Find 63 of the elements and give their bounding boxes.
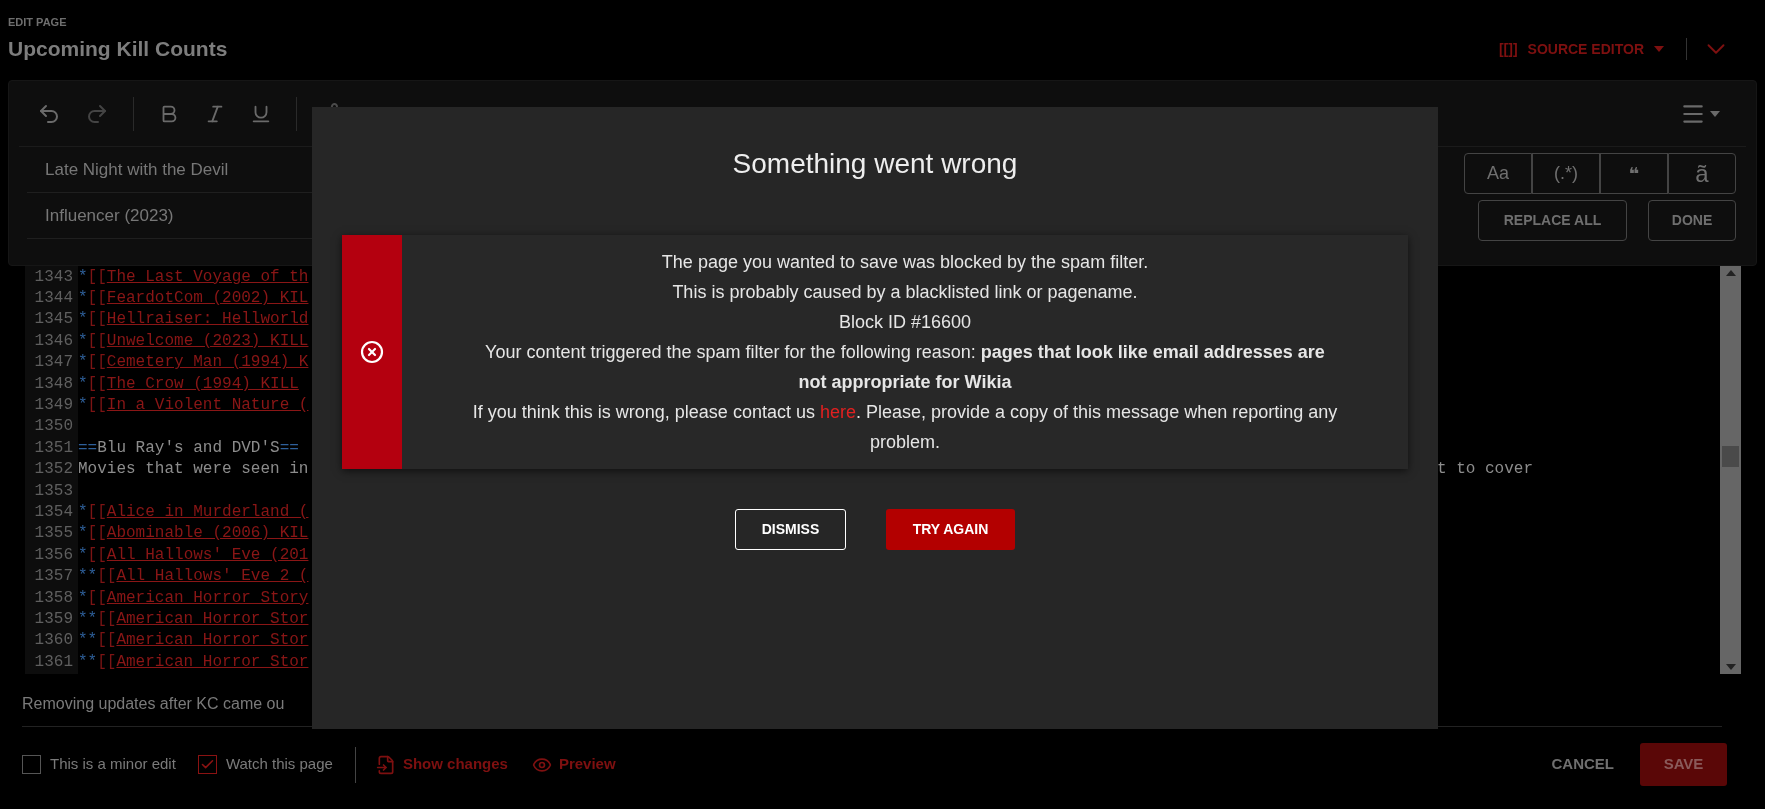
search-option-toggle[interactable]: ❝ bbox=[1600, 153, 1668, 194]
edit-summary[interactable]: Removing updates after KC came ou bbox=[22, 695, 285, 712]
checkbox[interactable] bbox=[22, 755, 41, 774]
alert-message: If you think this is wrong, please contact us here. Please, provide a copy of this message when reporting any problem. bbox=[471, 401, 1339, 454]
code-line: **[[American Horror Stor bbox=[78, 651, 309, 673]
search-option-toggle[interactable]: (.*) bbox=[1532, 153, 1600, 194]
line-number: 1355 bbox=[25, 521, 78, 546]
code-line: **[[All Hallows' Eve 2 ( bbox=[78, 566, 309, 588]
code-line: *[[Cemetery Man (1994) K bbox=[78, 352, 309, 374]
code-line: *[[Unwelcome (2023) KILL bbox=[78, 330, 309, 352]
code-line: *[[FeardotCom (2002) KIL bbox=[78, 288, 309, 310]
alert-message: The page you wanted to save was blocked by the spam filter. bbox=[661, 251, 1149, 274]
code-line: *[[In a Violent Nature ( bbox=[78, 395, 309, 417]
line-number: 1354 bbox=[25, 500, 78, 524]
scrollbar-thumb[interactable] bbox=[1722, 446, 1739, 467]
line-number: 1347 bbox=[25, 350, 78, 375]
alert-message: Your content triggered the spam filter for the following reason: pages that look like email addresses are not appropriate for Wikia bbox=[484, 341, 1326, 394]
replace-all-button[interactable]: REPLACE ALL bbox=[1478, 200, 1627, 241]
code-line: *[[Abominable (2006) KIL bbox=[78, 523, 309, 545]
line-number: 1350 bbox=[25, 414, 78, 439]
alert-message: This is probably caused by a blacklisted link or pagename. bbox=[672, 281, 1138, 304]
done-button[interactable]: DONE bbox=[1648, 200, 1736, 241]
page-eyebrow: EDIT PAGE bbox=[8, 15, 68, 30]
code-line: *[[American Horror Story bbox=[78, 587, 309, 609]
code-line: **[[American Horror Stor bbox=[78, 608, 309, 630]
dismiss-button[interactable]: DISMISS bbox=[735, 509, 846, 550]
code-line: Movies that were seen in bbox=[78, 459, 309, 481]
error-icon bbox=[360, 340, 384, 364]
caret-icon bbox=[1654, 46, 1664, 52]
line-number: 1361 bbox=[25, 649, 78, 674]
alert-message: Block ID #16600 bbox=[838, 311, 972, 334]
code-line: ==Blu Ray's and DVD'S== bbox=[78, 437, 299, 459]
contact-link[interactable]: here bbox=[819, 402, 856, 422]
preview-link[interactable]: Preview bbox=[531, 753, 616, 776]
scrollbar[interactable] bbox=[1720, 266, 1741, 674]
line-number: 1352 bbox=[25, 457, 78, 482]
search-option-toggle[interactable]: Aa bbox=[1464, 153, 1532, 194]
scroll-up-icon[interactable] bbox=[1725, 270, 1736, 276]
code-line: *[[The Last Voyage of th bbox=[78, 266, 309, 288]
try-again-button[interactable]: TRY AGAIN bbox=[886, 509, 1015, 550]
search-option-toggle[interactable]: ã bbox=[1668, 153, 1736, 194]
checkbox[interactable] bbox=[197, 755, 217, 774]
page-title: Upcoming Kill Counts bbox=[8, 35, 228, 62]
save-button[interactable]: SAVE bbox=[1640, 743, 1727, 786]
line-number: 1343 bbox=[25, 266, 78, 289]
line-number: 1345 bbox=[25, 307, 78, 332]
caret-icon bbox=[1710, 110, 1720, 117]
source-editor-button[interactable]: [[]] SOURCE EDITOR bbox=[1498, 38, 1664, 60]
line-number: 1360 bbox=[25, 628, 78, 653]
code-line: *[[All Hallows' Eve (201 bbox=[78, 544, 309, 566]
checkbox-label: This is a minor edit bbox=[50, 754, 176, 775]
code-line: **[[American Horror Stor bbox=[78, 630, 309, 652]
dialog-title: Something went wrong bbox=[732, 147, 1018, 181]
checkbox-label: Watch this page bbox=[225, 754, 333, 775]
show-changes-link[interactable]: Show changes bbox=[375, 753, 508, 776]
code-line: t to cover bbox=[1437, 459, 1533, 481]
code-line: *[[Hellraiser: Hellworld bbox=[78, 309, 309, 331]
code-line: *[[The Crow (1994) KILL bbox=[78, 373, 299, 395]
scroll-down-icon[interactable] bbox=[1725, 664, 1736, 670]
line-number: 1357 bbox=[25, 564, 78, 589]
diff-icon bbox=[375, 754, 396, 775]
code-line: *[[Alice in Murderland ( bbox=[78, 502, 309, 523]
cancel-button[interactable]: CANCEL bbox=[1551, 753, 1614, 776]
